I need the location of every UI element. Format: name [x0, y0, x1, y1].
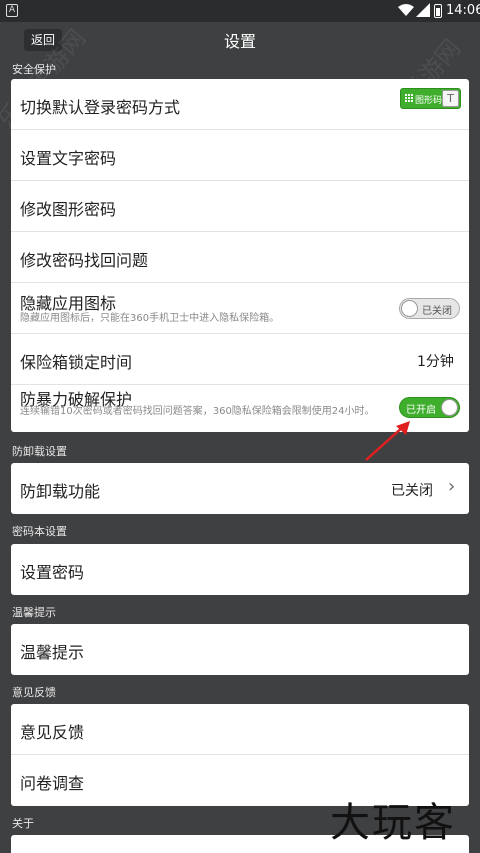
grid-icon	[405, 94, 414, 103]
section-label-uninstall: 防卸载设置	[12, 445, 67, 458]
section-label-feedback: 意见反馈	[12, 686, 56, 699]
switch-default-login-row[interactable]: 切换默认登录密码方式 图形码 T	[11, 79, 469, 130]
row-label: 设置密码	[20, 563, 85, 582]
row-label: 防卸载功能	[20, 482, 101, 501]
annotation-arrow	[365, 421, 410, 461]
lock-time-value: 1分钟	[417, 354, 454, 370]
row-label: 修改图形密码	[20, 200, 117, 219]
battery-icon	[434, 4, 442, 18]
toggle-text: 已关闭	[422, 306, 452, 317]
row-description: 隐藏应用图标后，只能在360手机卫士中进入隐私保险箱。	[20, 313, 280, 324]
text-mode-icon: T	[442, 90, 459, 107]
toggle-text: 图形码	[415, 96, 443, 106]
set-text-password-row[interactable]: 设置文字密码	[11, 130, 469, 181]
toggle-text: 已开启	[406, 405, 436, 416]
security-card: 切换默认登录密码方式 图形码 T 设置文字密码 修改图形密码 修改密码找回问题 …	[11, 79, 469, 432]
toggle-knob	[401, 300, 418, 317]
notification-icon: A	[6, 4, 18, 17]
hide-icon-toggle[interactable]: 已关闭	[399, 298, 460, 319]
section-label-security: 安全保护	[12, 63, 56, 76]
section-label-about: 关于	[12, 817, 34, 830]
tips-row[interactable]: 温馨提示	[11, 624, 469, 675]
signal-icon	[416, 3, 430, 17]
set-password-row[interactable]: 设置密码	[11, 544, 469, 595]
row-label: 问卷调查	[20, 774, 85, 793]
tips-card: 温馨提示	[11, 624, 469, 675]
brute-force-toggle[interactable]: 已开启	[399, 397, 460, 418]
row-label: 切换默认登录密码方式	[20, 98, 181, 117]
lock-time-row[interactable]: 保险箱锁定时间 1分钟	[11, 334, 469, 385]
feedback-row[interactable]: 意见反馈	[11, 704, 469, 755]
status-bar: A 14:06	[0, 0, 480, 22]
uninstall-card: 防卸载功能 已关闭 ›	[11, 463, 469, 514]
modify-pattern-row[interactable]: 修改图形密码	[11, 181, 469, 232]
row-label: 设置文字密码	[20, 149, 117, 168]
row-label: 隐藏应用图标	[20, 294, 117, 313]
toggle-knob	[441, 399, 458, 416]
row-label: 保险箱锁定时间	[20, 353, 133, 372]
notebook-card: 设置密码	[11, 544, 469, 595]
section-label-notebook: 密码本设置	[12, 525, 67, 538]
row-label: 温馨提示	[20, 643, 85, 662]
hide-icon-row: 隐藏应用图标 隐藏应用图标后，只能在360手机卫士中进入隐私保险箱。 已关闭	[11, 283, 469, 334]
login-method-toggle[interactable]: 图形码 T	[400, 88, 461, 109]
status-time: 14:06	[446, 3, 480, 18]
uninstall-row[interactable]: 防卸载功能 已关闭 ›	[11, 463, 469, 514]
uninstall-value: 已关闭	[391, 483, 433, 499]
modify-recovery-row[interactable]: 修改密码找回问题	[11, 232, 469, 283]
row-label: 修改密码找回问题	[20, 251, 149, 270]
row-label: 意见反馈	[20, 723, 85, 742]
section-label-tips: 温馨提示	[12, 606, 56, 619]
wifi-icon	[398, 4, 414, 16]
watermark-logo: 大玩客	[330, 800, 456, 846]
chevron-right-icon: ›	[448, 476, 456, 497]
row-description: 连续输错10次密码或者密码找回问题答案，360隐私保险箱会限制使用24小时。	[20, 406, 375, 417]
